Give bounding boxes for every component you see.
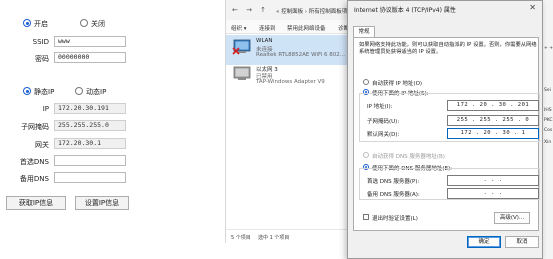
connect-to-button[interactable]: 连接到 [259,24,276,32]
dynamic-ip-label: 动态IP [86,88,107,96]
auto-ip-label: 自动获得 IP 地址(O) [372,81,423,87]
strip-text: Xin [544,140,552,145]
network-connections-window: ← → ↑ « 控制面板 › 所有控制面板项 › 网络连接 组织 ▾ 连接到 禁… [225,0,375,243]
ssid-input[interactable]: www [54,36,126,47]
dns2-label: 备用DNS [19,175,49,183]
dialog-title: Internet 协议版本 4 (TCP/IPv4) 属性 [354,7,456,14]
dns1-label: 首选DNS [19,158,49,166]
auto-dns-radio [363,152,369,158]
ip-label: IP [42,105,49,113]
set-ip-info-button[interactable]: 设置IP信息 [75,196,129,210]
selected-count: 选中 1 个项目 [258,235,290,241]
item-count: 5 个项目 [231,235,251,241]
power-off-radio[interactable] [80,19,88,27]
status-bar: 5 个项目 选中 1 个项目 [226,229,356,243]
dialog-description: 如果网络支持此功能，则可以获取自动指派的 IP 设置。否则，你需要从网络系统管理… [359,42,537,55]
ip-address-field[interactable]: 172 . 20 . 30 . 201 [447,100,539,111]
password-input[interactable]: 00000000 [54,52,126,63]
subnet-mask-label: 子网掩码(U): [367,119,400,125]
background-window-edge: Sei IHS PKC Cos Xin + + [542,0,553,259]
advanced-button[interactable]: 高级(V)... [494,212,530,224]
dns1-input[interactable] [54,155,126,166]
strip-text: Sei [544,88,551,93]
gateway-label: 网关 [35,141,49,149]
dynamic-ip-radio[interactable] [75,87,83,95]
disable-device-button[interactable]: 禁用此网络设备 [287,24,326,32]
ethernet-adapter-icon [233,66,251,80]
auto-dns-label: 自动获得 DNS 服务器地址(B) [372,154,445,160]
strip-text: + + [544,46,553,51]
preferred-dns-label: 首选 DNS 服务器(P): [367,179,420,185]
subnet-mask-field[interactable]: 255 . 255 . 255 . 0 [447,115,539,126]
adapter-ethernet-3[interactable]: 以太网 3 已禁用 TAP-Windows Adapter V9 [226,62,356,92]
strip-text: Cos [544,128,553,133]
power-on-radio[interactable] [23,19,31,27]
ssid-label: SSID [32,38,49,46]
alternate-dns-field[interactable]: . . . [447,188,539,199]
wifi-config-tool: 开启 关闭 SSID www 密码 00000000 静态IP 动态IP IP … [0,0,225,259]
wifi-adapter-icon [232,39,251,55]
static-ip-radio[interactable] [23,87,31,95]
dns2-input[interactable] [54,172,126,183]
cancel-button[interactable]: 取消 [505,236,539,248]
power-off-label: 关闭 [91,20,105,28]
preferred-dns-field[interactable]: . . . [447,175,539,186]
organize-button[interactable]: 组织 ▾ [231,24,247,32]
adapter-wlan[interactable]: WLAN 未连接 Realtek RTL8852AE WiFi 6 802... [226,35,356,65]
default-gateway-label: 默认网关(D): [367,132,400,138]
strip-text: PKC [544,118,553,123]
strip-text: IHS [544,108,552,113]
command-bar: 组织 ▾ 连接到 禁用此网络设备 诊断这个连接 [226,20,371,34]
subnet-label: 子网掩码 [21,123,49,131]
adapter-ethernet-device: TAP-Windows Adapter V9 [256,79,325,85]
ip-input[interactable]: 172.20.30.191 [54,103,126,114]
default-gateway-field[interactable]: 172 . 20 . 30 . 1 [447,128,539,139]
static-ip-label: 静态IP [34,88,55,96]
gateway-input[interactable]: 172.20.30.1 [54,138,126,149]
close-icon[interactable]: ✕ [529,3,536,12]
power-on-label: 开启 [34,20,48,28]
auto-ip-radio[interactable] [363,79,369,85]
nav-arrows[interactable]: ← → ↑ [232,6,269,14]
password-label: 密码 [35,55,49,63]
get-ip-info-button[interactable]: 获取IP信息 [6,196,66,210]
subnet-input[interactable]: 255.255.255.0 [54,120,126,131]
validate-checkbox[interactable] [363,214,369,220]
adapter-wlan-device: Realtek RTL8852AE WiFi 6 802... [256,52,346,58]
address-bar: ← → ↑ « 控制面板 › 所有控制面板项 › 网络连接 [226,0,375,20]
adapter-wlan-name: WLAN [256,38,273,44]
validate-label: 退出时验证设置(L) [372,216,418,222]
alternate-dns-label: 备用 DNS 服务器(A): [367,192,420,198]
ip-address-label: IP 地址(I): [367,104,393,110]
ok-button[interactable]: 确定 [467,236,501,248]
